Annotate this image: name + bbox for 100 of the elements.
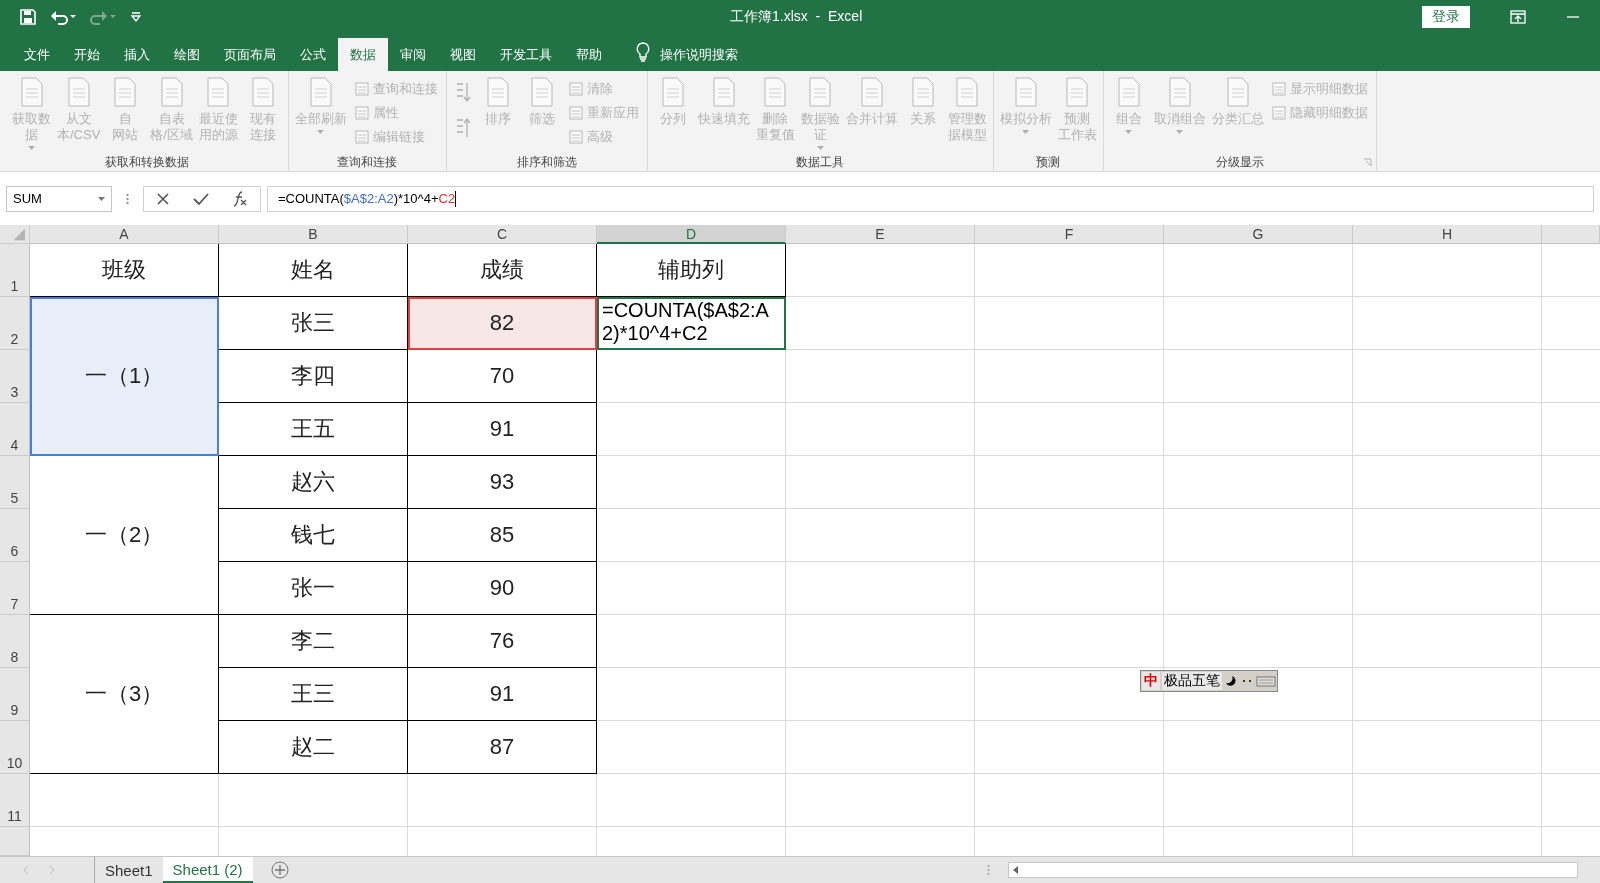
list-icon [568,106,583,120]
row-header[interactable]: 3 [0,350,30,403]
table-cell: 赵二 [219,721,408,774]
ribbon-group-label: 数据工具 [796,153,845,171]
ime-mode-indicator[interactable]: 中 [1142,672,1160,690]
table-cell: 93 [408,456,597,509]
menu-tab[interactable]: 视图 [438,38,488,71]
menu-tab[interactable]: 页面布局 [212,38,288,71]
menu-tab[interactable]: 公式 [288,38,338,71]
customize-caret-icon[interactable] [130,11,142,23]
add-sheet-icon[interactable] [270,861,289,879]
ribbon-group-label: 查询和连接 [337,153,398,171]
row-header[interactable]: 7 [0,562,30,615]
redo-icon[interactable] [90,9,116,25]
table-cell: 王三 [219,668,408,721]
save-icon[interactable] [20,9,36,25]
column-header[interactable]: C [408,225,597,244]
list-icon [568,130,583,144]
ribbon-group-label: 获取和转换数据 [105,153,189,171]
dialog-launcher-icon[interactable] [1362,158,1372,167]
column-header[interactable]: H [1353,225,1542,244]
list-icon [568,82,583,96]
table-cell: 李二 [219,615,408,668]
scroll-left-icon[interactable] [1013,866,1019,874]
ribbon-display-icon[interactable] [1510,10,1526,24]
row-header[interactable]: 11 [0,774,30,827]
column-header[interactable]: G [1164,225,1353,244]
menu-tab[interactable]: 绘图 [162,38,212,71]
horizontal-scrollbar[interactable] [1008,862,1578,878]
table-cell: 70 [408,350,597,403]
table-cell: 一（1） [30,297,219,456]
sort-descending-icon[interactable] [454,117,471,139]
sheet-tab[interactable]: Sheet1 [95,857,163,883]
ribbon-group-label: 排序和筛选 [516,153,577,171]
list-icon [1271,106,1286,120]
table-cell: 辅助列 [597,244,786,297]
dropdown-arrow-icon [98,196,105,201]
column-header[interactable]: F [975,225,1164,244]
table-cell: 87 [408,721,597,774]
menu-tab[interactable]: 插入 [112,38,162,71]
row-header[interactable]: 6 [0,509,30,562]
row-header[interactable]: 1 [0,244,30,297]
formula-input[interactable]: =COUNTA($A$2:A2)*10^4+C2 [267,185,1594,212]
cancel-icon[interactable] [155,191,170,206]
menu-tab[interactable]: 审阅 [388,38,438,71]
select-all-icon[interactable] [0,225,30,244]
row-header[interactable] [0,827,30,856]
drag-handle-icon[interactable] [987,864,990,876]
column-header[interactable]: A [30,225,219,244]
undo-icon[interactable] [50,9,76,25]
ribbon-group-label: 预测 [1036,153,1061,171]
row-header[interactable]: 8 [0,615,30,668]
window-title: 工作簿1.xlsx - Excel [730,8,864,26]
menu-tab[interactable]: 开发工具 [488,38,564,71]
table-cell: 91 [408,403,597,456]
ime-toolbar[interactable]: 中 极品五笔 [1140,670,1278,692]
confirm-check-icon[interactable] [193,191,209,206]
column-header[interactable] [1542,225,1600,244]
row-header[interactable]: 9 [0,668,30,721]
table-cell: 一（2） [30,456,219,615]
menu-tab[interactable]: 帮助 [564,38,614,71]
table-cell: 李四 [219,350,408,403]
column-header[interactable]: B [219,225,408,244]
list-icon [354,106,369,120]
list-icon [354,82,369,96]
sort-ascending-icon[interactable] [454,81,471,103]
table-cell: 90 [408,562,597,615]
lightbulb-icon [636,42,650,62]
table-cell: 76 [408,615,597,668]
menu-tab[interactable]: 数据 [338,38,388,71]
moon-icon[interactable] [1224,674,1238,688]
table-cell: 赵六 [219,456,408,509]
login-button[interactable]: 登录 [1422,6,1470,28]
table-cell: 钱七 [219,509,408,562]
name-box[interactable]: SUM [6,185,112,212]
row-header[interactable]: 10 [0,721,30,774]
menu-tab[interactable]: 开始 [62,38,112,71]
table-cell: 82 [408,297,597,350]
table-cell: 张一 [219,562,408,615]
drag-handle-icon[interactable] [126,192,129,205]
list-icon [354,130,369,144]
row-header[interactable]: 4 [0,403,30,456]
column-header[interactable]: E [786,225,975,244]
table-cell: 姓名 [219,244,408,297]
column-header[interactable]: D [597,225,786,244]
row-header[interactable]: 5 [0,456,30,509]
sheet-tab[interactable]: Sheet1 (2) [162,857,253,883]
table-cell: 91 [408,668,597,721]
scroll-right-icon[interactable] [48,865,56,875]
ime-name: 极品五笔 [1162,672,1222,690]
ribbon-group-label: 分级显示 [1215,153,1264,171]
insert-function-icon[interactable] [232,190,249,207]
table-cell: 一（3） [30,615,219,774]
menu-tab[interactable]: 文件 [12,38,62,71]
cell-editor[interactable]: =COUNTA($A$2:A2)*10^4+C2 [597,297,786,350]
tell-me-search[interactable]: 操作说明搜索 [660,38,738,71]
row-header[interactable]: 2 [0,297,30,350]
table-cell: 张三 [219,297,408,350]
table-cell: 85 [408,509,597,562]
list-icon [1271,82,1286,96]
